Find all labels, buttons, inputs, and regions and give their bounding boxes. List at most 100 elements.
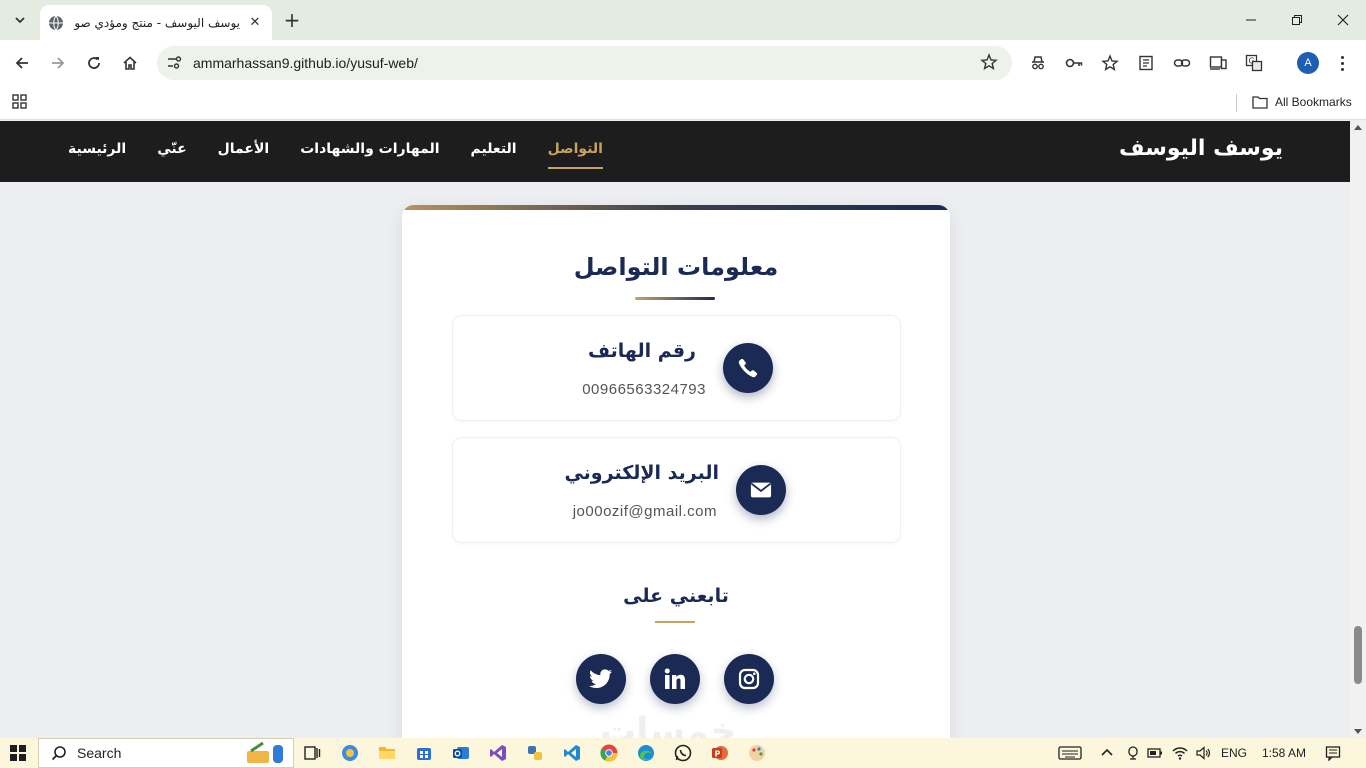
search-highlight-icon [247,741,283,763]
chrome-icon[interactable] [599,743,619,763]
follow-title: تابعني على [623,585,729,607]
folder-icon [1252,96,1268,109]
windows-start-button[interactable] [10,745,26,761]
all-bookmarks-label: All Bookmarks [1275,95,1352,109]
notification-icon[interactable] [1325,745,1341,761]
battery-icon[interactable] [1147,745,1163,761]
store-icon[interactable] [414,743,434,763]
all-bookmarks-button[interactable]: All Bookmarks [1252,92,1352,112]
url-text: ammarhassan9.github.io/yusuf-web/ [193,55,418,71]
nav-link-contact[interactable]: التواصل [547,141,604,169]
forward-button[interactable] [44,49,72,77]
chevron-up-icon[interactable] [1099,745,1115,761]
paint-icon[interactable] [747,743,767,763]
nav-link-education[interactable]: التعليم [471,141,517,163]
reload-button[interactable] [80,49,108,77]
password-button[interactable] [1062,51,1086,75]
arrow-right-icon [52,57,65,69]
devices-icon [1209,56,1227,70]
widgets-icon[interactable] [340,743,360,763]
phone-icon-circle [723,343,773,393]
browser-menu-button[interactable] [1330,51,1354,75]
meet-now-icon[interactable] [1125,745,1141,761]
visual-studio-icon[interactable] [488,743,508,763]
nav-link-home[interactable]: الرئيسية [68,141,126,163]
file-explorer-icon[interactable] [377,743,397,763]
outlook-icon[interactable] [451,743,471,763]
clock-time[interactable]: 1:58 AM [1262,746,1306,760]
browser-tab[interactable]: يوسف اليوسف - منتج ومؤدي صو ✕ [40,5,272,40]
contact-card: معلومات التواصل رقم الهاتف 0096656332479… [402,205,950,738]
profile-avatar[interactable]: A [1297,52,1319,74]
twitter-icon [589,669,612,688]
reading-list-button[interactable] [1134,51,1158,75]
instagram-icon [738,668,760,690]
restore-button[interactable] [1274,0,1320,40]
wifi-icon[interactable] [1172,745,1188,761]
close-window-button[interactable] [1320,0,1366,40]
bookmark-star-icon[interactable] [980,53,998,71]
page-scrollbar[interactable] [1350,121,1366,738]
key-icon [1065,58,1083,68]
browser-toolbar: ammarhassan9.github.io/yusuf-web/ G A [0,40,1366,86]
site-navbar: يوسف اليوسف الرئيسية عنّي الأعمال المهار… [0,121,1350,182]
devices-button[interactable] [1206,51,1230,75]
nav-link-about[interactable]: عنّي [157,141,186,163]
site-nav-links: الرئيسية عنّي الأعمال المهارات والشهادات… [68,141,604,169]
new-tab-button[interactable]: + [281,8,303,32]
tab-search-button[interactable] [6,6,34,34]
home-button[interactable] [116,49,144,77]
email-value[interactable]: jo00ozif@gmail.com [573,503,717,520]
scroll-up-arrow-icon[interactable] [1354,125,1362,130]
linkedin-button[interactable] [650,654,700,704]
edge-icon[interactable] [636,743,656,763]
phone-icon [738,358,758,378]
email-icon-circle [736,465,786,515]
task-view-icon[interactable] [302,743,322,763]
powerpoint-icon[interactable]: P [710,743,730,763]
reading-list-icon [1139,55,1153,71]
taskbar-search[interactable]: Search [38,738,294,768]
bookmarks-bar: All Bookmarks [0,86,1366,120]
page-viewport: يوسف اليوسف الرئيسية عنّي الأعمال المهار… [0,121,1350,738]
volume-icon[interactable] [1195,745,1211,761]
scroll-down-arrow-icon[interactable] [1354,729,1362,734]
tab-title: يوسف اليوسف - منتج ومؤدي صو [74,15,240,30]
keyboard-icon[interactable] [1058,745,1082,761]
email-label: البريد الإلكتروني [564,462,719,484]
share-link-button[interactable] [1170,51,1194,75]
watermark-logo: خمسات [600,711,737,738]
incognito-icon [1032,56,1044,70]
language-indicator[interactable]: ENG [1221,746,1247,760]
instagram-button[interactable] [724,654,774,704]
python-icon[interactable] [525,743,545,763]
title-underline [635,297,715,300]
nav-link-skills[interactable]: المهارات والشهادات [300,141,439,163]
twitter-button[interactable] [576,654,626,704]
scrollbar-thumb[interactable] [1354,626,1362,684]
address-bar[interactable]: ammarhassan9.github.io/yusuf-web/ [157,46,1012,80]
tab-close-icon[interactable]: ✕ [246,15,264,30]
bookmarks-divider [1236,94,1237,112]
back-button[interactable] [8,49,36,77]
chevron-down-icon [15,17,25,24]
envelope-icon [750,482,772,498]
minimize-button[interactable] [1228,0,1274,40]
browser-tabstrip: يوسف اليوسف - منتج ومؤدي صو ✕ + [0,0,1366,40]
home-icon [123,56,137,70]
follow-underline [655,621,695,623]
contact-title: معلومات التواصل [573,253,779,281]
whatsapp-icon[interactable] [673,743,693,763]
favorites-button[interactable] [1098,51,1122,75]
link-icon [1173,59,1191,67]
site-brand[interactable]: يوسف اليوسف [1119,136,1283,161]
translate-button[interactable]: G [1242,51,1266,75]
nav-link-works[interactable]: الأعمال [218,141,270,163]
vscode-icon[interactable] [562,743,582,763]
extension-button[interactable] [1026,51,1050,75]
phone-value[interactable]: 00966563324793 [582,381,706,398]
apps-grid-icon[interactable] [11,93,29,111]
restore-icon [1292,15,1302,25]
site-info-icon[interactable] [165,54,183,72]
search-icon [51,746,66,761]
